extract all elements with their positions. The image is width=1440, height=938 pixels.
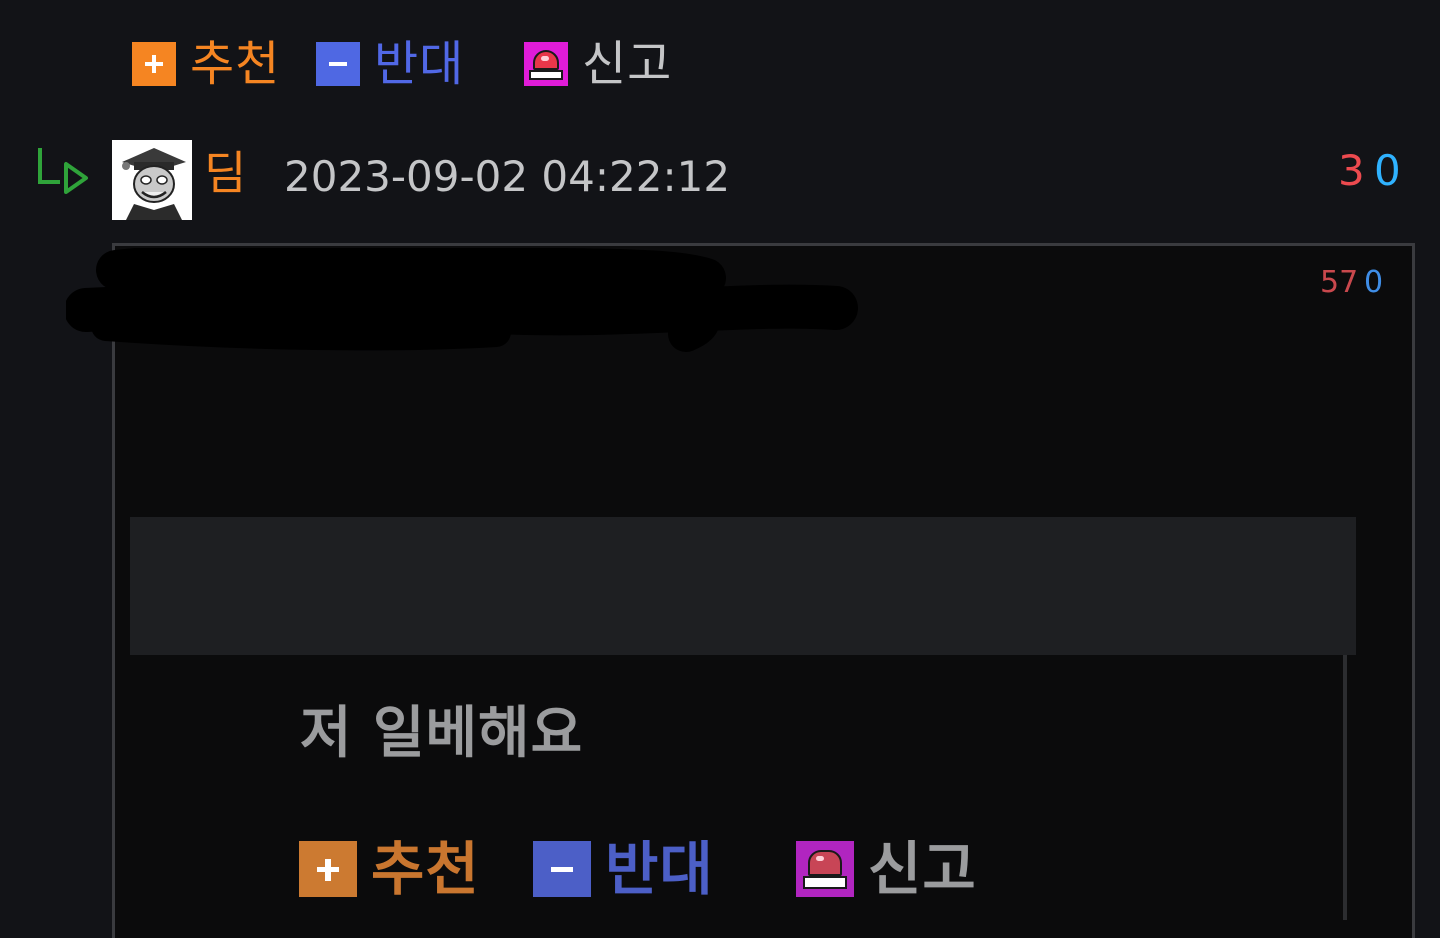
embedded-upvote-count: 57	[1320, 265, 1359, 300]
plus-icon	[132, 42, 176, 86]
downvote-count: 0	[1374, 146, 1401, 195]
siren-icon	[524, 42, 568, 86]
reply-arrow-icon	[38, 148, 88, 194]
comment-page: 추천 반대 신고 딤 2023-09-02 04:22:12 3 0 57 0 …	[0, 0, 1440, 938]
oppose-label: 반대	[374, 36, 465, 92]
plus-icon	[299, 841, 357, 897]
avatar-image	[112, 140, 192, 220]
embedded-comment-text: 저 일베해요	[300, 701, 584, 766]
minus-icon	[533, 841, 591, 897]
embedded-report-button: 신고	[796, 840, 977, 898]
avatar[interactable]	[112, 140, 192, 220]
author-name[interactable]: 딤	[204, 150, 246, 196]
redaction-scribble	[66, 248, 858, 352]
upvote-count: 3	[1338, 146, 1365, 195]
oppose-button[interactable]: 반대	[316, 40, 464, 88]
embedded-oppose-button: 반대	[533, 840, 714, 898]
comment-timestamp: 2023-09-02 04:22:12	[284, 152, 731, 201]
embedded-recommend-button: 추천	[299, 840, 480, 898]
report-button[interactable]: 신고	[524, 40, 672, 88]
minus-icon	[316, 42, 360, 86]
recommend-button[interactable]: 추천	[132, 40, 280, 88]
embedded-downvote-count: 0	[1364, 265, 1384, 300]
embedded-recommend-label: 추천	[371, 835, 480, 903]
siren-icon	[796, 841, 854, 897]
embedded-report-label: 신고	[868, 835, 977, 903]
embedded-divider	[1343, 655, 1347, 920]
vote-bar: 추천 반대 신고	[0, 0, 1440, 110]
embedded-oppose-label: 반대	[605, 835, 714, 903]
embedded-header-band	[130, 517, 1356, 655]
report-label: 신고	[582, 36, 673, 92]
recommend-label: 추천	[190, 36, 281, 92]
